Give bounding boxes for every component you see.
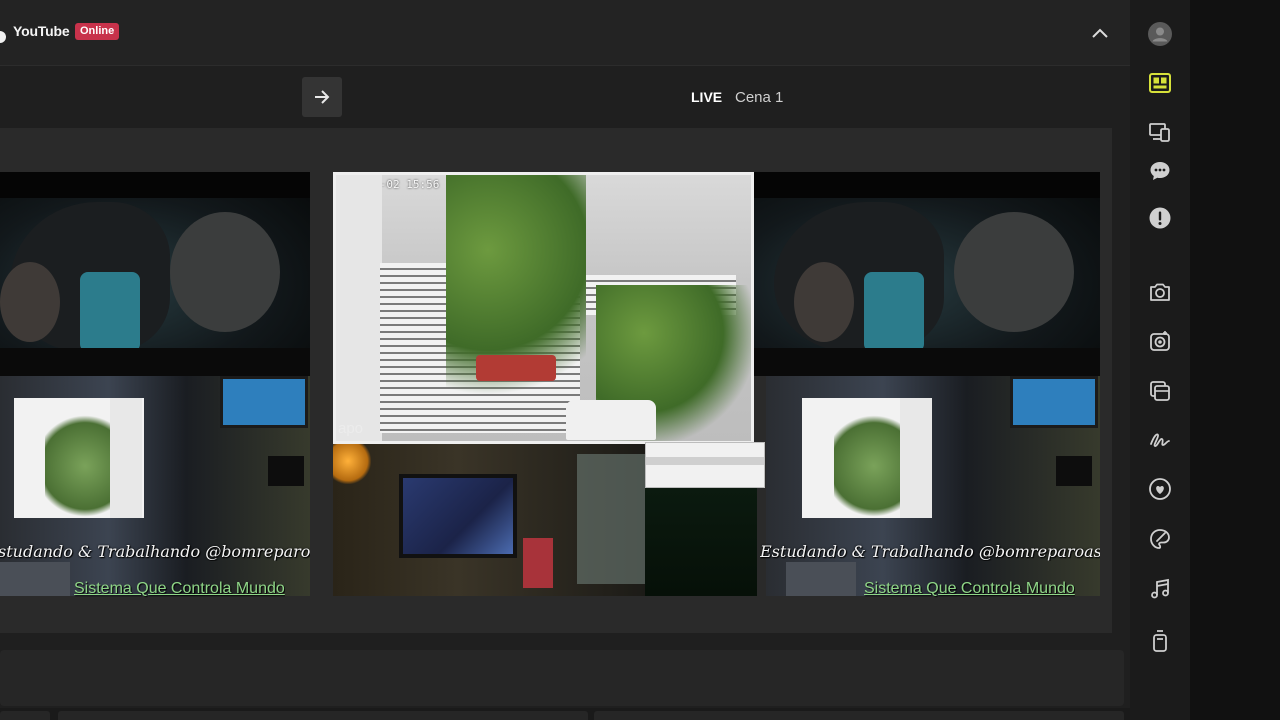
arrow-right-icon (315, 90, 330, 104)
scene-name: Cena 1 (735, 89, 784, 106)
overlay-caption-right: Estudando & Trabalhando @bomreparoassist… (760, 542, 1100, 561)
remote-icon (1153, 630, 1167, 652)
studio-main: YouTube Online LIVE Cena 1 studando & Tr… (0, 0, 1130, 720)
webcam-face-panel-right (754, 172, 1100, 376)
alerts-button[interactable] (1145, 203, 1175, 233)
profile-icon (1148, 22, 1172, 46)
devices-icon (1149, 123, 1170, 142)
status-badge: Online (75, 23, 120, 40)
collapse-button[interactable] (1086, 20, 1114, 46)
heart-icon (1149, 478, 1171, 500)
replay-buffer-button[interactable] (1145, 326, 1175, 356)
alert-icon (1149, 207, 1171, 229)
platform-header: YouTube Online (0, 0, 1130, 66)
room-camera-panel-left (0, 376, 310, 596)
overlay-caption-left: studando & Trabalhando @bomreparoassiste… (0, 542, 310, 561)
camera-brand-watermark: apo (338, 420, 364, 437)
window-capture-frame (645, 442, 765, 488)
screenshot-button[interactable] (1145, 277, 1175, 307)
chat-button[interactable] (1145, 156, 1175, 186)
webcam-face-panel-left (0, 172, 310, 376)
scenes-layout-button[interactable] (1145, 68, 1175, 98)
camera-icon (1150, 283, 1170, 301)
signature-button[interactable] (1145, 425, 1175, 455)
sources-icon (1150, 381, 1170, 401)
replay-buffer-icon (1150, 331, 1170, 351)
scenes-layout-icon (1149, 73, 1171, 93)
chevron-up-icon (1092, 28, 1108, 38)
transition-button[interactable] (302, 77, 342, 117)
dark-camera-panel (645, 488, 757, 596)
bottom-tabs-strip (0, 708, 1130, 720)
desk-camera-panel (333, 444, 645, 596)
platform-name: YouTube (13, 23, 70, 39)
room-camera-panel-right (766, 376, 1100, 596)
music-icon (1151, 578, 1169, 599)
live-label: LIVE (691, 89, 723, 105)
platform-indicator-icon (0, 31, 6, 43)
offscreen-area (1190, 0, 1280, 720)
devices-button[interactable] (1145, 117, 1175, 147)
music-button[interactable] (1145, 574, 1175, 604)
right-sidebar (1130, 0, 1190, 720)
controls-panel (0, 650, 1124, 706)
profile-button[interactable] (1145, 19, 1175, 49)
sources-button[interactable] (1145, 376, 1175, 406)
chat-icon (1150, 162, 1170, 180)
security-camera-panel: 025-07-02 15:56 apo (333, 172, 754, 444)
support-button[interactable] (1145, 474, 1175, 504)
overlay-subtitle-right: Sistema Que Controla Mundo (864, 580, 1075, 597)
theme-icon (1150, 529, 1170, 549)
theme-button[interactable] (1145, 524, 1175, 554)
remote-button[interactable] (1145, 626, 1175, 656)
overlay-subtitle-left: Sistema Que Controla Mundo (74, 580, 285, 597)
signature-icon (1150, 433, 1170, 447)
